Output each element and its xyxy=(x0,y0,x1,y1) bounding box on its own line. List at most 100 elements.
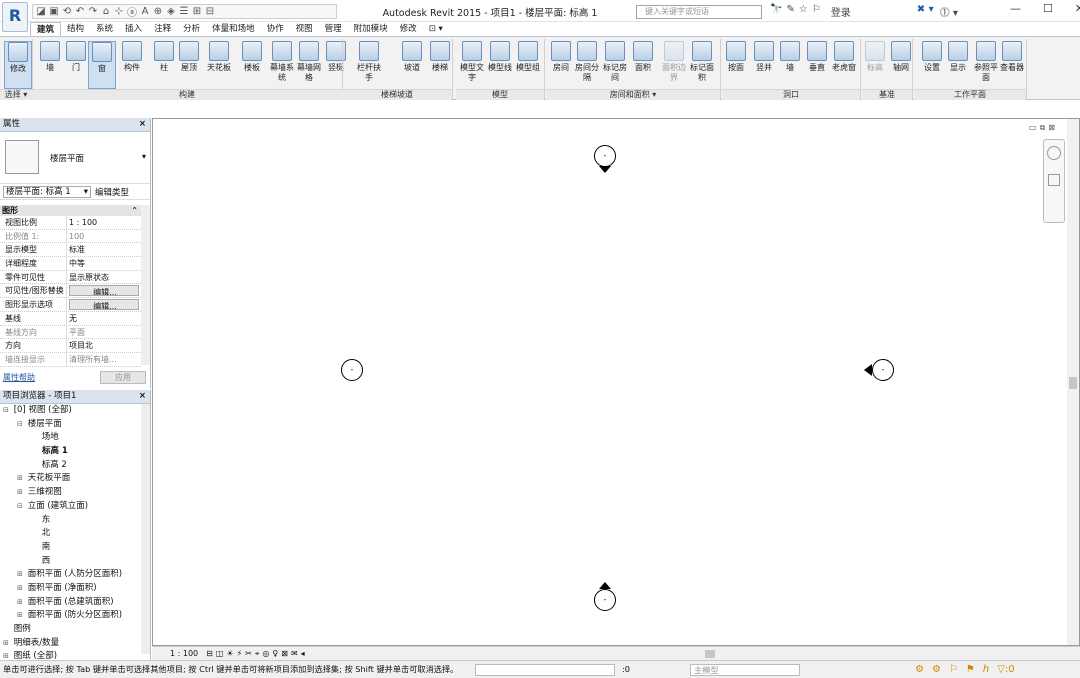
maximize-icon[interactable]: ☐ xyxy=(1043,2,1053,15)
elevation-marker-south[interactable]: - xyxy=(594,589,616,611)
application-menu-button[interactable]: R xyxy=(2,2,28,32)
qat-icon-11[interactable]: ☰ xyxy=(179,6,189,17)
elevation-marker-north[interactable]: - xyxy=(594,145,616,167)
ribbon-button-6[interactable]: 屋顶 xyxy=(175,41,203,73)
ribbon-button-3[interactable]: 窗 xyxy=(88,41,116,89)
tree-node[interactable]: 西 xyxy=(0,555,140,569)
expand-icon[interactable]: ⊞ xyxy=(17,609,25,623)
view-control-icon-4[interactable]: ✂ xyxy=(245,649,252,658)
ribbon-button-13[interactable]: 坡道 xyxy=(398,41,426,73)
ribbon-button-26[interactable]: 墙 xyxy=(776,41,804,73)
tab-2[interactable]: 系统 xyxy=(90,22,119,37)
property-row[interactable]: 基线方向 平面 xyxy=(0,325,141,340)
property-row[interactable]: 基线无 xyxy=(0,311,141,326)
tree-node[interactable]: ⊟ [0] 视图 (全部) xyxy=(0,404,140,418)
property-row[interactable]: 比例值 1: 100 xyxy=(0,229,141,244)
property-row[interactable]: 图形显示选项 编辑... xyxy=(0,298,141,312)
tab-12[interactable]: ⊡ ▾ xyxy=(423,22,449,37)
expand-icon[interactable]: ⊞ xyxy=(17,568,25,582)
ribbon-button-14[interactable]: 楼梯 xyxy=(426,41,454,73)
elevation-marker-east[interactable]: - xyxy=(872,359,894,381)
qat-icon-9[interactable]: ⊕ xyxy=(153,6,163,17)
tree-node[interactable]: ⊞ 三维视图 xyxy=(0,486,140,500)
view-control-icon-6[interactable]: ◎ xyxy=(262,649,269,658)
tab-3[interactable]: 插入 xyxy=(119,22,148,37)
ribbon-button-33[interactable]: 参照平面 xyxy=(972,41,1000,83)
tree-node[interactable]: 场地 xyxy=(0,431,140,445)
tree-node[interactable]: 北 xyxy=(0,527,140,541)
tree-node[interactable]: 南 xyxy=(0,541,140,555)
qat-icon-1[interactable]: ▣ xyxy=(49,6,59,17)
ribbon-button-0[interactable]: 修改 xyxy=(4,41,32,89)
qat-icon-0[interactable]: ◪ xyxy=(36,6,46,17)
view-control-icon-7[interactable]: ♀ xyxy=(272,649,278,658)
view-control-icon-0[interactable]: ⊟ xyxy=(206,649,213,658)
property-row[interactable]: 墙连接显示 清理所有墙... xyxy=(0,352,141,367)
ribbon-button-21[interactable]: 面积 xyxy=(629,41,657,73)
view-control-icon-1[interactable]: ◫ xyxy=(216,649,224,658)
ribbon-button-20[interactable]: 标记房间 xyxy=(601,41,629,83)
instance-filter-dropdown[interactable]: 楼层平面: 标高 1 xyxy=(3,185,91,198)
properties-help-link[interactable]: 属性帮助 xyxy=(3,372,35,383)
expand-icon[interactable]: ⊞ xyxy=(3,637,11,651)
status-icon-3[interactable]: ⚑ xyxy=(966,661,975,678)
infocenter-icon-2[interactable]: ☆ xyxy=(799,4,808,15)
property-value[interactable]: 中等 xyxy=(67,257,141,270)
tree-node[interactable]: ⊟ 楼层平面 xyxy=(0,418,140,432)
qat-icon-7[interactable]: ⓐ xyxy=(127,4,137,19)
category-header[interactable]: 图形 ⌃ xyxy=(0,205,141,216)
tree-node[interactable]: 东 xyxy=(0,514,140,528)
close-window-icon[interactable]: ✕ xyxy=(1075,2,1080,15)
qat-icon-3[interactable]: ↶ xyxy=(75,6,85,17)
ribbon-button-27[interactable]: 垂直 xyxy=(803,41,831,73)
minimize-icon[interactable]: — xyxy=(1010,2,1021,15)
tree-node[interactable]: ⊞ 天花板平面 xyxy=(0,472,140,486)
close-icon[interactable]: × xyxy=(139,390,146,403)
qat-icon-13[interactable]: ⊟ xyxy=(205,6,215,17)
ribbon-button-30[interactable]: 轴网 xyxy=(887,41,915,73)
window-controls[interactable]: — ☐ ✕ xyxy=(1010,2,1080,15)
status-icon-5[interactable]: ▽:0 xyxy=(997,661,1014,678)
ribbon-button-23[interactable]: 标记面积 xyxy=(688,41,716,83)
property-value[interactable]: 1 : 100 xyxy=(67,216,141,229)
ribbon-button-31[interactable]: 设置 xyxy=(918,41,946,73)
ribbon-button-18[interactable]: 房间 xyxy=(547,41,575,73)
expand-icon[interactable]: ⊟ xyxy=(17,418,25,432)
apply-button[interactable]: 应用 xyxy=(100,371,146,384)
view-control-icons[interactable]: ⊟ ◫ ☀ ⚡ ✂ ⌖ ◎ ♀ ⊠ ✉ ◂ xyxy=(206,647,308,660)
expand-icon[interactable]: ⊞ xyxy=(17,472,25,486)
model-selector[interactable]: 主模型 xyxy=(690,664,800,676)
expand-icon[interactable]: ⊟ xyxy=(3,404,11,418)
tab-9[interactable]: 管理 xyxy=(319,22,348,37)
qat-icon-10[interactable]: ◈ xyxy=(166,6,176,17)
status-icon-0[interactable]: ⚙ xyxy=(915,661,924,678)
view-control-icon-8[interactable]: ⊠ xyxy=(281,649,288,658)
expand-icon[interactable]: ⊟ xyxy=(17,500,25,514)
search-input[interactable]: 键入关键字或短语 xyxy=(636,5,762,19)
property-row[interactable]: 可见性/图形替换 编辑... xyxy=(0,284,141,299)
expand-icon[interactable]: ⊞ xyxy=(17,582,25,596)
infocenter-icon-0[interactable]: 🔭 xyxy=(770,4,782,15)
workset-selector[interactable] xyxy=(475,664,615,676)
status-icon-1[interactable]: ⚙ xyxy=(932,661,941,678)
status-icon-2[interactable]: ⚐ xyxy=(949,661,958,678)
expand-icon[interactable]: ⊞ xyxy=(17,486,25,500)
navigation-bar[interactable] xyxy=(1043,139,1065,223)
ribbon-button-11[interactable]: 竖梃 xyxy=(322,41,350,73)
ribbon-button-4[interactable]: 构件 xyxy=(118,41,146,73)
help-icon[interactable]: ⓵ ▾ xyxy=(940,4,958,19)
browser-scrollbar[interactable] xyxy=(141,404,150,654)
infocenter-icon-3[interactable]: ⚐ xyxy=(812,4,821,15)
expand-icon[interactable]: ⊞ xyxy=(17,596,25,610)
view-control-icon-10[interactable]: ◂ xyxy=(301,649,305,658)
property-value[interactable]: 无 xyxy=(67,312,141,325)
qat-icon-2[interactable]: ⟲ xyxy=(62,6,72,17)
scroll-thumb[interactable] xyxy=(1069,377,1077,389)
qat-icon-4[interactable]: ↷ xyxy=(88,6,98,17)
property-value[interactable]: 清理所有墙... xyxy=(67,353,141,366)
edit-button[interactable]: 编辑... xyxy=(69,285,139,297)
property-value[interactable]: 平面 xyxy=(67,326,141,339)
tree-node[interactable]: ⊟ 立面 (建筑立面) xyxy=(0,500,140,514)
steering-wheel-icon[interactable] xyxy=(1047,146,1061,160)
view-control-icon-3[interactable]: ⚡ xyxy=(237,649,243,658)
